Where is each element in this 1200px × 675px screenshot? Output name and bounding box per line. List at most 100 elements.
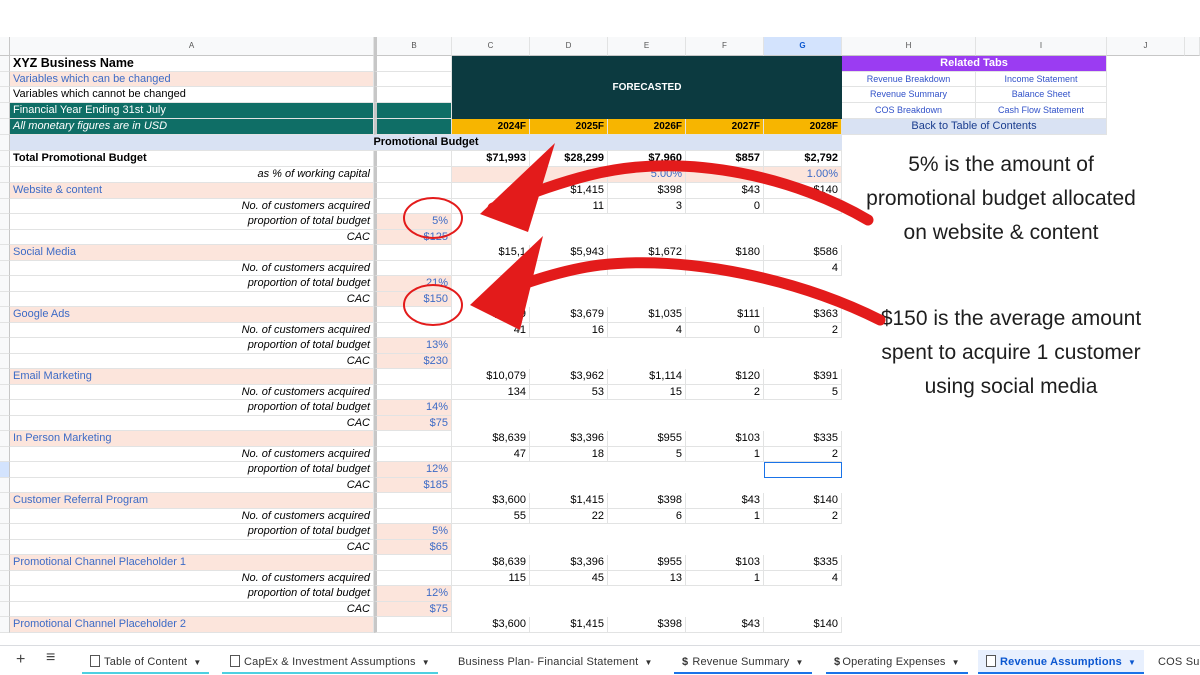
customers-2026[interactable]: 6	[608, 508, 686, 524]
budget-2026[interactable]: $1,672	[608, 245, 686, 261]
cell-b[interactable]	[374, 431, 452, 447]
budget-2025[interactable]: $3,679	[530, 307, 608, 323]
budget-2025[interactable]: $1,415	[530, 493, 608, 509]
budget-2028[interactable]: $140	[764, 183, 842, 199]
channel-name[interactable]: Social Media	[10, 245, 374, 261]
customers-label[interactable]: No. of customers acquired	[10, 198, 374, 214]
budget-2027[interactable]: $43	[686, 493, 764, 509]
tab-table-of-content[interactable]: Table of Content ▼	[82, 650, 210, 674]
customers-2028[interactable]	[764, 198, 842, 214]
proportion-label[interactable]: proportion of total budget	[10, 586, 374, 602]
proportion-value[interactable]: 5%	[374, 524, 452, 540]
budget-2025[interactable]: $3,962	[530, 369, 608, 385]
cac-value[interactable]: $75	[374, 601, 452, 617]
cell-b[interactable]	[374, 183, 452, 199]
link-revenue-breakdown[interactable]: Revenue Breakdown	[842, 72, 976, 87]
customers-2025[interactable]: 16	[530, 322, 608, 338]
link-revenue-summary[interactable]: Revenue Summary	[842, 87, 976, 103]
total-2028[interactable]: $2,792	[764, 151, 842, 167]
link-balance-sheet[interactable]: Balance Sheet	[976, 87, 1107, 103]
cell-b[interactable]	[374, 103, 452, 119]
proportion-value[interactable]: 13%	[374, 338, 452, 354]
cac-label[interactable]: CAC	[10, 291, 374, 307]
customers-2027[interactable]: 0	[686, 322, 764, 338]
add-sheet-icon[interactable]: +	[16, 651, 25, 669]
channel-name[interactable]: In Person Marketing	[10, 431, 374, 447]
cac-value[interactable]: $65	[374, 539, 452, 555]
cell-b[interactable]	[374, 508, 452, 524]
budget-2026[interactable]: $1,035	[608, 307, 686, 323]
budget-2025[interactable]: $1,415	[530, 183, 608, 199]
budget-2025[interactable]: $1,415	[530, 617, 608, 633]
budget-2024[interactable]: $3,600	[452, 617, 530, 633]
customers-label[interactable]: No. of customers acquired	[10, 384, 374, 400]
customers-2026[interactable]: 13	[608, 570, 686, 586]
customers-2025[interactable]: 45	[530, 570, 608, 586]
budget-2024[interactable]	[452, 183, 530, 199]
column-header-a[interactable]: A	[10, 37, 374, 56]
budget-2028[interactable]: $363	[764, 307, 842, 323]
pct-2026[interactable]: 5.00%	[608, 167, 686, 183]
tab-operating-expenses[interactable]: $ Operating Expenses ▼	[826, 650, 968, 674]
column-header-h[interactable]: H	[842, 37, 976, 56]
total-budget-label[interactable]: Total Promotional Budget	[10, 151, 374, 167]
proportion-label[interactable]: proportion of total budget	[10, 276, 374, 292]
channel-name[interactable]: Promotional Channel Placeholder 2	[10, 617, 374, 633]
customers-2024[interactable]: 134	[452, 384, 530, 400]
proportion-label[interactable]: proportion of total budget	[10, 214, 374, 230]
customers-2025[interactable]: 22	[530, 508, 608, 524]
budget-2028[interactable]: $140	[764, 493, 842, 509]
budget-2024[interactable]: $9,359	[452, 307, 530, 323]
cell-b[interactable]	[374, 245, 452, 261]
customers-label[interactable]: No. of customers acquired	[10, 260, 374, 276]
channel-name[interactable]: Email Marketing	[10, 369, 374, 385]
business-name[interactable]: XYZ Business Name	[10, 56, 374, 72]
customers-2028[interactable]: 4	[764, 260, 842, 276]
budget-2028[interactable]: $140	[764, 617, 842, 633]
budget-2028[interactable]: $335	[764, 555, 842, 571]
year-2024f[interactable]: 2024F	[452, 119, 530, 135]
budget-2026[interactable]: $398	[608, 617, 686, 633]
cell-b[interactable]	[374, 119, 452, 135]
cell-b[interactable]	[374, 493, 452, 509]
column-header-e[interactable]: E	[608, 37, 686, 56]
cac-value[interactable]: $185	[374, 477, 452, 493]
cac-value[interactable]: $150	[374, 291, 452, 307]
tab-business-plan[interactable]: Business Plan- Financial Statement ▼	[450, 650, 661, 674]
customers-2024[interactable]: 115	[452, 570, 530, 586]
link-cash-flow-statement[interactable]: Cash Flow Statement	[976, 103, 1107, 119]
link-cos-breakdown[interactable]: COS Breakdown	[842, 103, 976, 119]
back-to-contents-link[interactable]: Back to Table of Contents	[842, 119, 1107, 135]
customers-label[interactable]: No. of customers acquired	[10, 322, 374, 338]
column-header-d[interactable]: D	[530, 37, 608, 56]
proportion-label[interactable]: proportion of total budget	[10, 524, 374, 540]
budget-2024[interactable]: $8,639	[452, 431, 530, 447]
cell-b[interactable]	[374, 322, 452, 338]
proportion-value[interactable]: 21%	[374, 276, 452, 292]
cell-b[interactable]	[374, 570, 452, 586]
cac-label[interactable]: CAC	[10, 601, 374, 617]
customers-2025[interactable]	[530, 260, 608, 276]
cell-b[interactable]	[374, 87, 452, 103]
cell-b[interactable]	[374, 72, 452, 87]
budget-2026[interactable]: $398	[608, 493, 686, 509]
selected-cell[interactable]	[764, 462, 842, 478]
cac-value[interactable]: $230	[374, 353, 452, 369]
customers-2025[interactable]: 11	[530, 198, 608, 214]
customers-2026[interactable]: 3	[608, 198, 686, 214]
customers-2026[interactable]: 15	[608, 384, 686, 400]
cell-b[interactable]	[374, 198, 452, 214]
proportion-label[interactable]: proportion of total budget	[10, 400, 374, 416]
section-title[interactable]: Promotional Budget	[10, 135, 843, 151]
cac-label[interactable]: CAC	[10, 229, 374, 245]
budget-2028[interactable]: $391	[764, 369, 842, 385]
cell-b[interactable]	[374, 446, 452, 462]
customers-2024[interactable]: 47	[452, 446, 530, 462]
pct-2025[interactable]	[530, 167, 608, 183]
cell-b[interactable]	[374, 617, 452, 633]
budget-2027[interactable]: $43	[686, 183, 764, 199]
customers-2027[interactable]: 1	[686, 570, 764, 586]
fy-ending-label[interactable]: Financial Year Ending 31st July	[10, 103, 374, 119]
cell-b[interactable]	[374, 369, 452, 385]
budget-2027[interactable]: $120	[686, 369, 764, 385]
